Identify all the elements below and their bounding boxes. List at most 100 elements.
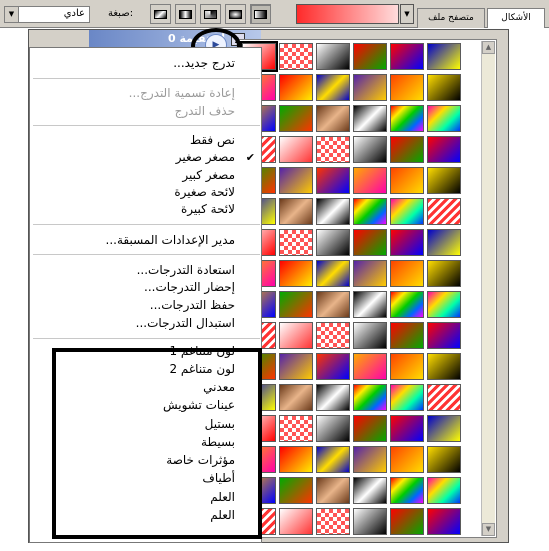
radial-gradient-button[interactable] — [225, 4, 246, 24]
gradient-swatch[interactable] — [279, 229, 313, 256]
gradient-swatch[interactable] — [427, 198, 461, 225]
menu-item-rename[interactable]: إعادة تسمية التدرج... — [129, 86, 235, 100]
gradient-swatch[interactable] — [427, 74, 461, 101]
gradient-swatch[interactable] — [427, 260, 461, 287]
gradient-swatch[interactable] — [427, 229, 461, 256]
gradient-swatch[interactable] — [353, 260, 387, 287]
gradient-swatch[interactable] — [353, 384, 387, 411]
menu-item-delete[interactable]: حذف التدرج — [175, 104, 235, 118]
gradient-swatch[interactable] — [279, 291, 313, 318]
gradient-swatch[interactable] — [353, 105, 387, 132]
gradient-swatch[interactable] — [279, 415, 313, 442]
gradient-swatch[interactable] — [390, 415, 424, 442]
gradient-swatch[interactable] — [279, 508, 313, 535]
gradient-swatch[interactable] — [316, 353, 350, 380]
gradient-swatch[interactable] — [390, 136, 424, 163]
gradient-swatch[interactable] — [279, 353, 313, 380]
gradient-swatch[interactable] — [427, 322, 461, 349]
menu-item-preset-manager[interactable]: مدير الإعدادات المسبقة... — [106, 233, 235, 247]
gradient-swatch[interactable] — [353, 477, 387, 504]
menu-item-replace[interactable]: استبدال التدرجات... — [136, 316, 235, 330]
gradient-swatch[interactable] — [390, 446, 424, 473]
gradient-swatch[interactable] — [279, 136, 313, 163]
menu-item-new-gradient[interactable]: تدرج جديد... — [173, 56, 235, 70]
gradient-swatch[interactable] — [390, 74, 424, 101]
linear-gradient-button[interactable] — [250, 4, 271, 24]
gradient-swatch[interactable] — [353, 508, 387, 535]
gradient-swatch[interactable] — [427, 43, 461, 70]
gradient-swatch[interactable] — [427, 508, 461, 535]
gradient-swatch[interactable] — [316, 198, 350, 225]
gradient-swatch[interactable] — [353, 43, 387, 70]
scroll-down-icon[interactable]: ▼ — [482, 523, 495, 536]
gradient-swatch[interactable] — [353, 353, 387, 380]
gradient-swatch[interactable] — [390, 260, 424, 287]
gradient-swatch[interactable] — [316, 43, 350, 70]
menu-item-text-only[interactable]: نص فقط — [190, 133, 235, 147]
gradient-swatch[interactable] — [353, 136, 387, 163]
gradient-swatch[interactable] — [316, 105, 350, 132]
gradient-swatch[interactable] — [427, 167, 461, 194]
gradient-preview[interactable] — [296, 4, 399, 24]
reflected-gradient-button[interactable] — [175, 4, 196, 24]
gradient-swatch[interactable] — [279, 446, 313, 473]
chevron-down-icon[interactable]: ▼ — [5, 7, 19, 22]
gradient-swatch[interactable] — [279, 74, 313, 101]
gradient-swatch[interactable] — [316, 446, 350, 473]
tab-shapes[interactable]: الأشكال — [487, 8, 545, 28]
menu-item-small-thumbnail[interactable]: مصغر صغير — [176, 150, 235, 164]
gradient-swatch[interactable] — [427, 477, 461, 504]
gradient-swatch[interactable] — [390, 167, 424, 194]
diamond-gradient-button[interactable] — [150, 4, 171, 24]
gradient-swatch[interactable] — [390, 229, 424, 256]
scrollbar[interactable]: ▲ ▼ — [481, 41, 495, 536]
gradient-swatch[interactable] — [316, 136, 350, 163]
gradient-swatch[interactable] — [316, 477, 350, 504]
gradient-swatch[interactable] — [316, 508, 350, 535]
gradient-swatch[interactable] — [279, 105, 313, 132]
blend-mode-select[interactable]: ▼ عادي — [4, 6, 90, 23]
gradient-swatch[interactable] — [353, 415, 387, 442]
gradient-swatch[interactable] — [316, 415, 350, 442]
gradient-swatch[interactable] — [279, 322, 313, 349]
gradient-swatch[interactable] — [316, 384, 350, 411]
menu-item-save[interactable]: حفظ التدرجات... — [150, 298, 235, 312]
menu-item-reset[interactable]: استعادة التدرجات... — [137, 263, 235, 277]
gradient-swatch[interactable] — [390, 384, 424, 411]
gradient-swatch[interactable] — [427, 384, 461, 411]
gradient-swatch[interactable] — [353, 322, 387, 349]
gradient-swatch[interactable] — [390, 353, 424, 380]
gradient-swatch[interactable] — [427, 105, 461, 132]
gradient-swatch[interactable] — [390, 43, 424, 70]
gradient-swatch[interactable] — [353, 291, 387, 318]
gradient-swatch[interactable] — [279, 384, 313, 411]
gradient-swatch[interactable] — [427, 446, 461, 473]
gradient-swatch[interactable] — [279, 167, 313, 194]
gradient-swatch[interactable] — [279, 43, 313, 70]
gradient-swatch[interactable] — [316, 229, 350, 256]
gradient-swatch[interactable] — [316, 167, 350, 194]
gradient-swatch[interactable] — [353, 74, 387, 101]
menu-item-large-thumbnail[interactable]: مصغر كبير — [182, 168, 235, 182]
gradient-swatch[interactable] — [390, 105, 424, 132]
menu-item-load[interactable]: إحضار التدرجات... — [144, 280, 235, 294]
scroll-up-icon[interactable]: ▲ — [482, 41, 495, 54]
angle-gradient-button[interactable] — [200, 4, 221, 24]
gradient-swatch[interactable] — [316, 260, 350, 287]
gradient-picker-arrow[interactable]: ▼ — [400, 4, 414, 24]
gradient-swatch[interactable] — [279, 198, 313, 225]
tab-file-browser[interactable]: متصفح ملف — [417, 8, 485, 28]
gradient-swatch[interactable] — [390, 198, 424, 225]
gradient-swatch[interactable] — [353, 167, 387, 194]
gradient-swatch[interactable] — [427, 353, 461, 380]
gradient-swatch[interactable] — [427, 415, 461, 442]
menu-item-large-list[interactable]: لائحة كبيرة — [181, 202, 235, 216]
gradient-swatch[interactable] — [316, 291, 350, 318]
gradient-swatch[interactable] — [279, 260, 313, 287]
gradient-swatch[interactable] — [390, 477, 424, 504]
gradient-swatch[interactable] — [353, 446, 387, 473]
gradient-swatch[interactable] — [427, 136, 461, 163]
gradient-swatch[interactable] — [390, 291, 424, 318]
gradient-swatch[interactable] — [316, 74, 350, 101]
gradient-swatch[interactable] — [390, 322, 424, 349]
